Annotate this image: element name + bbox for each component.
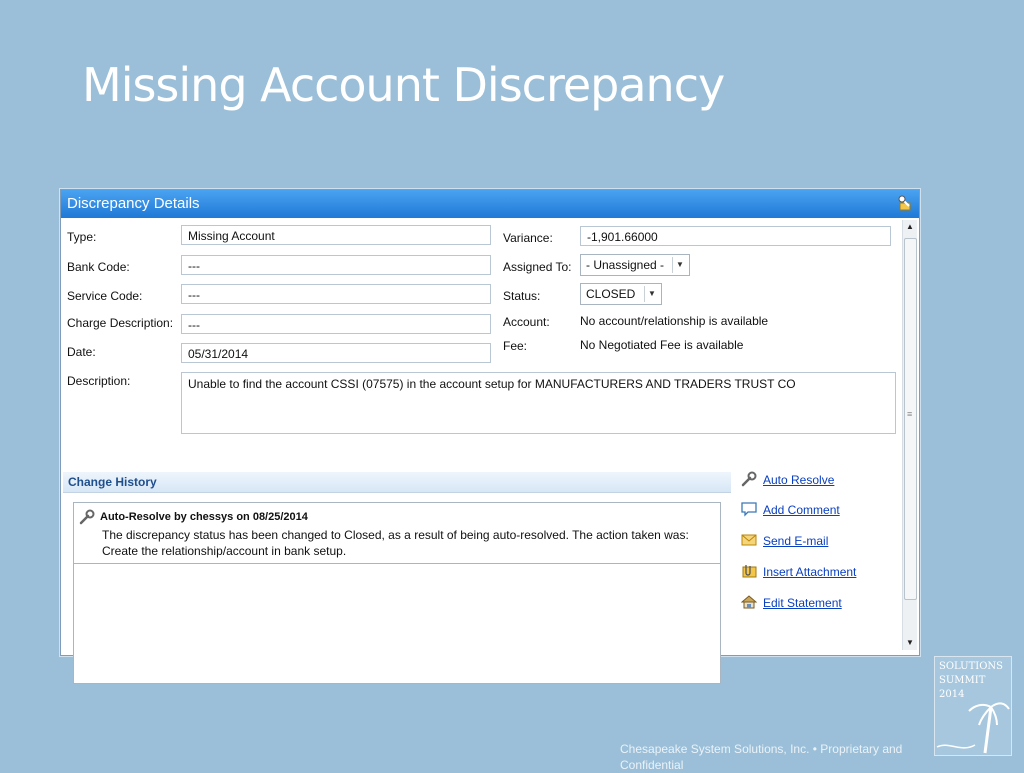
account-label: Account: [503, 315, 550, 329]
bank-code-field[interactable]: --- [181, 255, 491, 275]
add-comment-link[interactable]: Add Comment [763, 501, 840, 519]
status-label: Status: [503, 289, 541, 303]
envelope-icon [741, 534, 757, 546]
auto-resolve-link[interactable]: Auto Resolve [763, 471, 834, 489]
palm-tree-icon [936, 702, 1010, 754]
change-history-title: Change History [63, 472, 731, 493]
service-code-label: Service Code: [67, 289, 143, 303]
fee-label: Fee: [503, 339, 528, 353]
slide-title: Missing Account Discrepancy [82, 58, 725, 112]
solutions-summit-logo: SOLUTIONS SUMMIT 2014 [934, 656, 1012, 756]
attachment-icon [742, 565, 757, 578]
date-field[interactable]: 05/31/2014 [181, 343, 491, 363]
window-header: Discrepancy Details [61, 190, 919, 218]
service-code-field[interactable]: --- [181, 284, 491, 304]
chevron-down-icon[interactable]: ▼ [644, 286, 659, 302]
type-label: Type: [67, 230, 97, 244]
pin-icon[interactable] [897, 195, 913, 211]
edit-statement-link[interactable]: Edit Statement [763, 594, 842, 612]
scroll-down-icon[interactable]: ▼ [903, 636, 917, 650]
account-value: No account/relationship is available [580, 314, 769, 328]
assigned-to-label: Assigned To: [503, 260, 572, 274]
variance-field[interactable]: -1,901.66000 [580, 226, 891, 246]
description-field[interactable]: Unable to find the account CSSI (07575) … [181, 372, 896, 434]
history-entry-title: Auto-Resolve by chessys on 08/25/2014 [100, 511, 308, 523]
status-value: CLOSED [586, 287, 636, 301]
logo-line: SOLUTIONS [939, 661, 1003, 672]
date-label: Date: [67, 345, 96, 359]
details-form: Type: Missing Account Bank Code: --- Ser… [61, 218, 901, 684]
list-item[interactable]: Auto-Resolve by chessys on 08/25/2014 Th… [74, 503, 720, 564]
edit-statement-icon [741, 595, 757, 609]
scroll-thumb[interactable]: ≡ [904, 238, 917, 600]
history-entry-line: The discrepancy status has been changed … [102, 528, 689, 542]
history-entry-body: The discrepancy status has been changed … [102, 527, 702, 559]
assigned-to-value: - Unassigned - [586, 258, 665, 272]
change-history-list[interactable]: Auto-Resolve by chessys on 08/25/2014 Th… [73, 502, 721, 684]
comment-icon [741, 502, 757, 517]
send-email-link[interactable]: Send E-mail [763, 532, 828, 550]
charge-description-label: Charge Description: [67, 316, 174, 330]
vertical-scrollbar[interactable]: ▲ ≡ ▼ [902, 220, 917, 650]
charge-description-field[interactable]: --- [181, 314, 491, 334]
assigned-to-select[interactable]: - Unassigned - ▼ [580, 254, 690, 276]
discrepancy-details-window: Discrepancy Details Type: Missing Accoun… [60, 189, 920, 684]
scroll-up-icon[interactable]: ▲ [903, 220, 917, 234]
wrench-icon [79, 509, 95, 525]
variance-label: Variance: [503, 231, 553, 245]
logo-line: SUMMIT [939, 675, 986, 686]
insert-attachment-link[interactable]: Insert Attachment [763, 563, 856, 581]
change-history-panel: Change History Auto-Resolve by chessys o… [63, 472, 731, 684]
wrench-icon [741, 471, 757, 487]
fee-value: No Negotiated Fee is available [580, 338, 744, 352]
chevron-down-icon[interactable]: ▼ [672, 257, 687, 273]
type-field[interactable]: Missing Account [181, 225, 491, 245]
bank-code-label: Bank Code: [67, 260, 130, 274]
grip-icon: ≡ [907, 409, 913, 419]
footer-text: Chesapeake System Solutions, Inc. • Prop… [620, 742, 903, 772]
window-title: Discrepancy Details [67, 195, 200, 212]
status-select[interactable]: CLOSED ▼ [580, 283, 662, 305]
description-label: Description: [67, 374, 131, 388]
history-entry-line: Create the relationship/account in bank … [102, 544, 347, 558]
